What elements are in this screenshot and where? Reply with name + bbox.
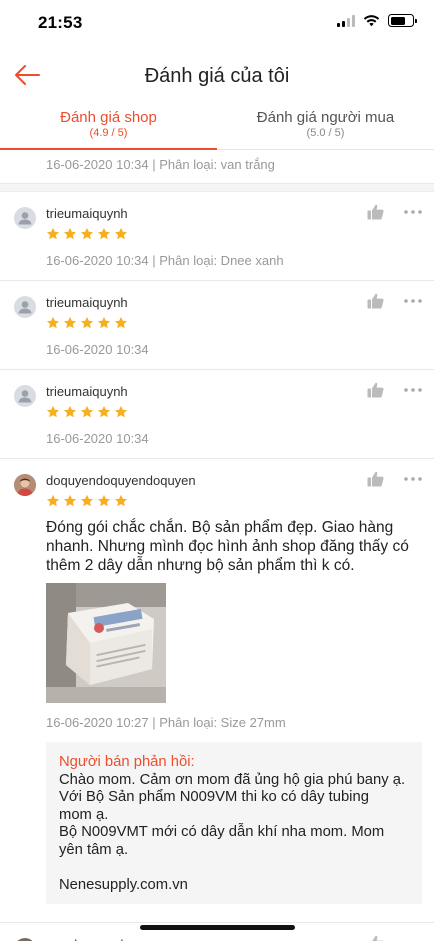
user-avatar-icon[interactable]	[14, 474, 36, 496]
star-icon	[46, 405, 60, 418]
star-icon	[46, 227, 60, 240]
page-title: Đánh giá của tôi	[144, 65, 290, 87]
tab-shop-reviews[interactable]: Đánh giá shop (4.9 / 5)	[0, 104, 217, 150]
like-button[interactable]	[367, 935, 384, 941]
star-icon	[114, 316, 128, 329]
user-avatar-icon[interactable]	[14, 385, 36, 407]
divider	[0, 184, 434, 192]
comment-line: thêm 2 dây dẫn nhưng bộ sản phẩm thì k c…	[46, 557, 355, 574]
thumbs-up-icon	[367, 382, 384, 398]
star-icon	[80, 316, 94, 329]
tab-label: Đánh giá shop	[60, 109, 157, 126]
review-meta: 16-06-2020 10:34 | Phân loại: van trắng	[0, 150, 434, 184]
like-button[interactable]	[367, 382, 384, 398]
more-dots-icon	[404, 388, 422, 392]
seller-reply: Người bán phản hồi: Chào mom. Cảm ơn mom…	[46, 742, 422, 904]
review-item: trieumaiquynh 16-06-2020 10:34	[0, 281, 434, 370]
review-comment: Đóng gói chắc chắn. Bộ sản phẩm đẹp. Gia…	[46, 518, 422, 575]
like-button[interactable]	[367, 293, 384, 309]
review-item: trieumaiquynh 16-06-2020 10:34	[0, 370, 434, 459]
review-actions	[367, 204, 422, 220]
review-photo[interactable]	[46, 583, 166, 703]
thumbs-up-icon	[367, 204, 384, 220]
like-button[interactable]	[367, 471, 384, 487]
star-icon	[114, 227, 128, 240]
star-icon	[46, 494, 60, 507]
home-indicator[interactable]	[140, 925, 295, 930]
review-actions	[367, 471, 422, 487]
star-icon	[63, 494, 77, 507]
seller-reply-line: Chào mom. Cảm ơn mom đã ủng hộ gia phú b…	[59, 771, 406, 788]
star-icon	[46, 316, 60, 329]
more-dots-icon	[404, 477, 422, 481]
review-meta: 16-06-2020 10:27 | Phân loại: Size 27mm	[46, 715, 286, 730]
reviewer-name[interactable]: trieumaiquynh	[46, 384, 422, 399]
reviewer-name[interactable]: trieumaiquynh	[46, 295, 422, 310]
star-icon	[63, 316, 77, 329]
battery-icon	[388, 14, 417, 27]
seller-reply-line: Bộ N009VMT mới có dây dẫn khí nha mom. M…	[59, 824, 385, 840]
star-icon	[97, 494, 111, 507]
star-icon	[114, 494, 128, 507]
seller-reply-title: Người bán phản hồi:	[59, 754, 195, 770]
signal-icon	[337, 14, 355, 27]
review-actions	[367, 382, 422, 398]
star-icon	[97, 227, 111, 240]
wifi-icon	[363, 15, 380, 27]
star-icon	[63, 227, 77, 240]
more-button[interactable]	[404, 210, 422, 214]
star-icon	[114, 405, 128, 418]
star-rating	[46, 227, 422, 241]
thumbs-up-icon	[367, 293, 384, 309]
review-actions	[367, 293, 422, 309]
seller-reply-signature: Nenesupply.com.vn	[59, 876, 188, 893]
comment-line: Đóng gói chắc chắn. Bộ sản phẩm đẹp. Gia…	[46, 519, 394, 536]
more-button[interactable]	[404, 388, 422, 392]
review-feed[interactable]: 16-06-2020 10:34 | Phân loại: van trắng …	[0, 150, 434, 941]
star-rating	[46, 405, 422, 419]
star-icon	[80, 405, 94, 418]
thumbs-up-icon	[372, 935, 384, 941]
tab-rating: (5.0 / 5)	[306, 127, 345, 139]
status-time: 21:53	[38, 13, 83, 32]
review-meta: 16-06-2020 10:34 | Phân loại: Dnee xanh	[46, 253, 284, 268]
status-icons	[337, 14, 417, 27]
star-icon	[63, 405, 77, 418]
review-item: doquyendoquyendoquyen Đóng gói chắc chắn…	[0, 459, 434, 923]
tab-label: Đánh giá người mua	[256, 109, 395, 126]
thumbs-up-icon	[367, 471, 384, 487]
comment-line: nhanh. Nhưng mình đọc hình ảnh shop đăng…	[46, 538, 409, 555]
seller-reply-line: Với Bộ Sản phẩm N009VM thi ko có dây tub…	[59, 789, 369, 805]
star-icon	[80, 227, 94, 240]
reviewer-name[interactable]: doquyendoquyendoquyen	[46, 473, 422, 488]
seller-reply-line: yên tâm ạ.	[59, 841, 129, 858]
more-dots-icon	[404, 210, 422, 214]
user-avatar-icon[interactable]	[14, 296, 36, 318]
star-icon	[97, 316, 111, 329]
more-button[interactable]	[404, 299, 422, 303]
star-icon	[97, 405, 111, 418]
like-button[interactable]	[367, 204, 384, 220]
seller-reply-line: mom ạ.	[59, 806, 109, 823]
more-dots-icon	[404, 299, 422, 303]
star-rating	[46, 494, 422, 508]
user-avatar-icon[interactable]	[14, 207, 36, 229]
tab-bar: Đánh giá shop (4.9 / 5) Đánh giá người m…	[0, 104, 434, 150]
review-meta: 16-06-2020 10:34	[46, 431, 149, 446]
reviewer-name[interactable]: quochuycandy	[46, 937, 422, 941]
star-icon	[80, 494, 94, 507]
review-item: trieumaiquynh 16-06-2020 10:34 | Phân lo…	[0, 192, 434, 281]
tab-rating: (4.9 / 5)	[89, 127, 128, 139]
status-bar: 21:53	[0, 0, 434, 48]
more-button[interactable]	[404, 477, 422, 481]
nav-bar: Đánh giá của tôi	[0, 48, 434, 104]
tab-buyer-reviews[interactable]: Đánh giá người mua (5.0 / 5)	[217, 104, 434, 149]
review-meta: 16-06-2020 10:34	[46, 342, 149, 357]
star-rating	[46, 316, 422, 330]
reviewer-name[interactable]: trieumaiquynh	[46, 206, 422, 221]
review-actions	[367, 935, 422, 941]
